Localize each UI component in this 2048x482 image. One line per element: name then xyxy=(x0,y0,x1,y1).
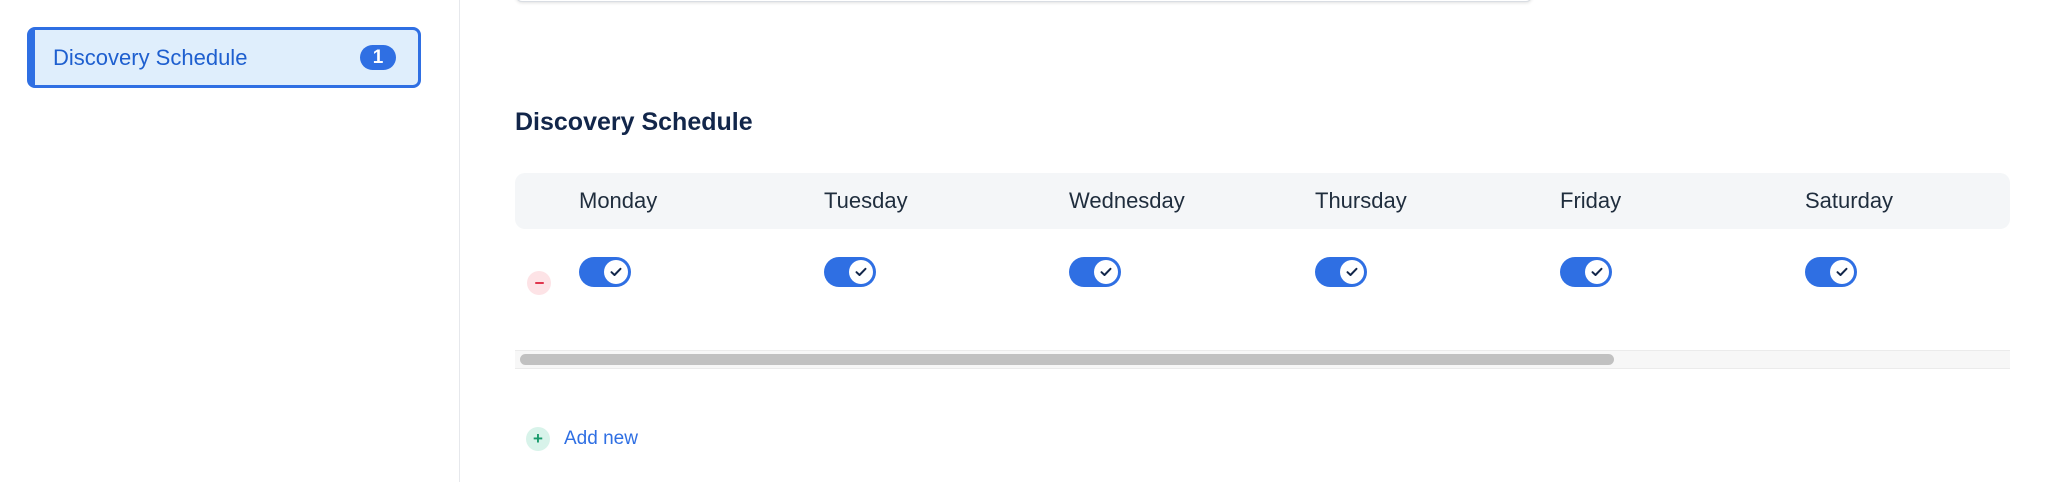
sidebar-item-label: Discovery Schedule xyxy=(53,44,248,70)
column-header-saturday: Saturday xyxy=(1805,188,1894,213)
plus-icon: + xyxy=(526,427,550,451)
column-header-tuesday: Tuesday xyxy=(824,188,908,213)
check-icon xyxy=(1094,260,1118,284)
column-header-monday: Monday xyxy=(579,188,658,213)
column-header-friday: Friday xyxy=(1560,188,1622,213)
remove-row-button[interactable] xyxy=(527,271,551,295)
section-title: Discovery Schedule xyxy=(515,108,753,136)
previous-card-edge xyxy=(516,0,1532,2)
count-badge: 1 xyxy=(360,45,396,70)
toggle-monday[interactable] xyxy=(579,257,631,287)
column-header-thursday: Thursday xyxy=(1315,188,1407,213)
check-icon xyxy=(1585,260,1609,284)
toggle-wednesday[interactable] xyxy=(1069,257,1121,287)
toggle-thursday[interactable] xyxy=(1315,257,1367,287)
sidebar-item-discovery-schedule[interactable]: Discovery Schedule 1 xyxy=(27,27,421,88)
minus-icon xyxy=(534,282,544,284)
horizontal-scrollbar[interactable] xyxy=(515,350,2010,369)
table-header-row: Monday Tuesday Wednesday Thursday Friday… xyxy=(515,173,2010,229)
schedule-table: Monday Tuesday Wednesday Thursday Friday… xyxy=(515,173,2048,373)
check-icon xyxy=(604,260,628,284)
add-new-label: Add new xyxy=(564,428,638,449)
toggle-saturday[interactable] xyxy=(1805,257,1857,287)
check-icon xyxy=(1830,260,1854,284)
toggle-friday[interactable] xyxy=(1560,257,1612,287)
sidebar: Discovery Schedule 1 xyxy=(0,0,460,482)
column-header-wednesday: Wednesday xyxy=(1069,188,1185,213)
toggle-tuesday[interactable] xyxy=(824,257,876,287)
check-icon xyxy=(849,260,873,284)
scrollbar-thumb[interactable] xyxy=(520,354,1614,365)
add-new-button[interactable]: + Add new xyxy=(526,427,638,451)
check-icon xyxy=(1340,260,1364,284)
